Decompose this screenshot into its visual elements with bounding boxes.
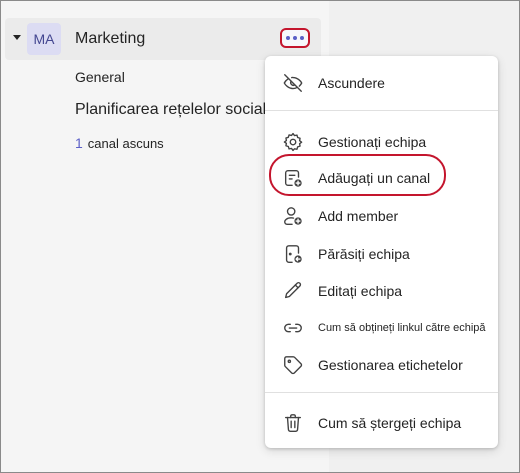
menu-item-label: Gestionarea etichetelor — [318, 357, 463, 373]
pencil-icon — [282, 280, 304, 302]
tag-icon — [282, 354, 304, 376]
more-options-icon — [286, 36, 290, 40]
eye-off-icon — [282, 72, 304, 94]
trash-icon — [282, 412, 304, 434]
menu-item-hide[interactable]: Ascundere — [265, 66, 498, 100]
menu-item-add-channel[interactable]: Adăugați un canal — [265, 161, 498, 195]
menu-item-label: Add member — [318, 208, 399, 224]
caret-down-icon[interactable] — [13, 35, 21, 40]
menu-item-delete-team[interactable]: Cum să ștergeți echipa — [265, 406, 498, 440]
avatar: MA — [27, 23, 61, 55]
hidden-channels-link[interactable]: 1 canal ascuns — [75, 135, 164, 151]
menu-item-get-link[interactable]: Cum să obțineți linkul către echipă — [265, 311, 498, 345]
channel-general[interactable]: General — [75, 69, 125, 85]
team-options-menu: Ascundere Gestionați echipa Adăugați un … — [265, 56, 498, 448]
menu-item-label: Adăugați un canal — [318, 170, 431, 186]
hidden-channels-label: canal ascuns — [87, 136, 164, 151]
menu-item-label: Gestionați echipa — [318, 134, 427, 150]
menu-item-edit-team[interactable]: Editați echipa — [265, 274, 498, 308]
menu-item-manage-tags[interactable]: Gestionarea etichetelor — [265, 348, 498, 382]
menu-item-label: Ascundere — [318, 75, 385, 91]
link-icon — [282, 317, 304, 339]
gear-icon — [282, 131, 304, 153]
menu-item-label: Cum să ștergeți echipa — [318, 415, 462, 431]
more-options-icon-dot — [300, 36, 304, 40]
menu-divider — [265, 392, 498, 393]
window-frame: MA Marketing General Planificarea rețele… — [0, 0, 520, 473]
add-person-icon — [282, 205, 304, 227]
menu-divider — [265, 110, 498, 111]
menu-item-label: Editați echipa — [318, 283, 403, 299]
more-options-button[interactable] — [280, 28, 310, 48]
add-channel-icon — [282, 167, 304, 189]
menu-item-label: Cum să obțineți linkul către echipă — [318, 322, 486, 334]
more-options-icon-dot — [293, 36, 297, 40]
menu-item-leave-team[interactable]: Părăsiți echipa — [265, 237, 498, 271]
team-row-marketing[interactable]: MA Marketing — [5, 18, 321, 60]
menu-item-add-member[interactable]: Add member — [265, 199, 498, 233]
hidden-channels-count: 1 — [75, 135, 83, 151]
channel-social-planning[interactable]: Planificarea rețelelor sociale — [75, 101, 275, 119]
team-name: Marketing — [75, 30, 146, 47]
leave-team-icon — [282, 243, 304, 265]
menu-item-manage-team[interactable]: Gestionați echipa — [265, 125, 498, 159]
menu-item-label: Părăsiți echipa — [318, 246, 410, 262]
